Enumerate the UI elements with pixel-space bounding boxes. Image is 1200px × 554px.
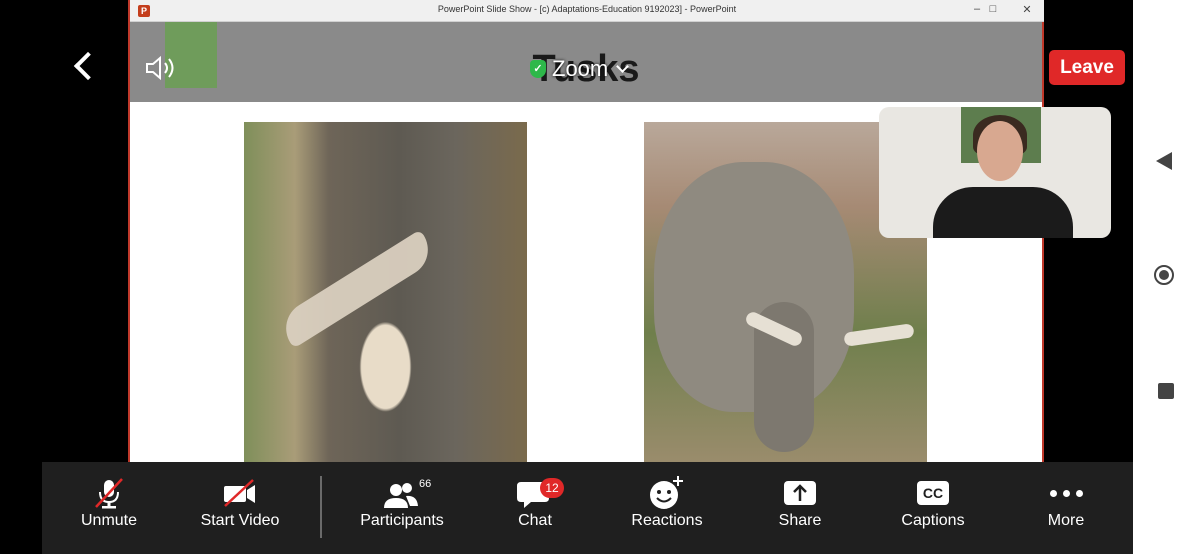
tusk-shape — [843, 323, 915, 347]
chat-unread-badge: 12 — [540, 478, 564, 498]
smiley-plus-icon — [602, 474, 732, 512]
speaker-icon[interactable] — [145, 54, 179, 82]
share-arrow-icon — [784, 481, 816, 505]
maximize-icon[interactable]: □ — [986, 3, 1000, 15]
close-icon[interactable]: ✕ — [1020, 3, 1034, 16]
chevron-down-icon — [616, 60, 630, 73]
unmute-button[interactable]: Unmute — [44, 474, 174, 530]
participants-count: 66 — [419, 478, 432, 490]
leave-button[interactable]: Leave — [1049, 50, 1125, 85]
chat-icon: 12 — [470, 474, 600, 512]
more-label: More — [1047, 512, 1085, 529]
participants-label: Participants — [360, 512, 444, 529]
participants-button[interactable]: 66 Participants — [337, 474, 467, 530]
android-home-icon[interactable] — [1154, 265, 1174, 285]
meeting-app-label: Zoom — [552, 56, 609, 81]
captions-label: Captions — [901, 512, 965, 529]
presenter-face — [977, 121, 1023, 181]
elephant-trunk-photo — [244, 122, 527, 462]
tusk-shape — [275, 229, 439, 349]
muted-microphone-icon — [44, 474, 174, 512]
android-back-icon[interactable] — [1156, 152, 1172, 170]
powerpoint-titlebar: P PowerPoint Slide Show - [c) Adaptation… — [130, 0, 1044, 22]
reactions-button[interactable]: Reactions — [602, 474, 732, 530]
share-button[interactable]: Share — [735, 474, 865, 530]
presenter-body — [933, 187, 1073, 238]
more-dots-icon — [1049, 489, 1083, 497]
meeting-info-dropdown[interactable]: ✓ Zoom — [530, 55, 630, 83]
share-label: Share — [778, 512, 822, 529]
encrypted-shield-icon: ✓ — [530, 60, 546, 78]
chat-label: Chat — [518, 512, 552, 529]
android-recents-icon[interactable] — [1158, 383, 1174, 399]
toolbar-divider — [320, 476, 322, 538]
participants-icon: 66 — [337, 474, 467, 512]
meeting-toolbar: Unmute Start Video 66 Participants 12 Ch… — [42, 462, 1133, 554]
start-video-button[interactable]: Start Video — [175, 474, 305, 530]
more-button[interactable]: More — [1001, 474, 1131, 530]
start-video-label: Start Video — [200, 512, 280, 529]
captions-button[interactable]: CC Captions — [868, 474, 998, 530]
powerpoint-window-title: PowerPoint Slide Show - [c) Adaptations-… — [437, 4, 737, 14]
closed-captions-icon: CC — [917, 481, 949, 505]
unmute-label: Unmute — [80, 512, 138, 529]
presenter-video-tile[interactable] — [879, 107, 1111, 238]
chat-button[interactable]: 12 Chat — [470, 474, 600, 530]
reactions-label: Reactions — [631, 512, 703, 529]
back-chevron-icon[interactable] — [73, 51, 103, 81]
video-off-icon — [175, 474, 305, 512]
minimize-icon[interactable]: – — [970, 3, 984, 15]
